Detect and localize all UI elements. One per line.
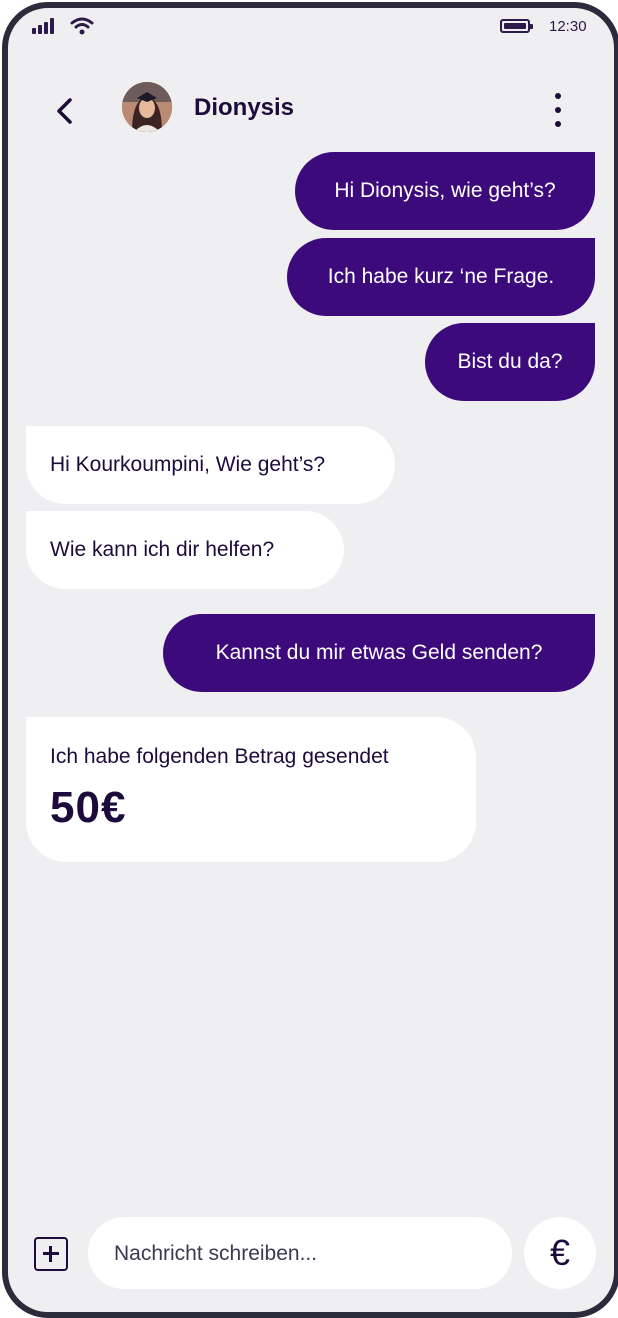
send-money-button[interactable]: € — [524, 1217, 596, 1289]
message-incoming: Wie kann ich dir helfen? — [26, 511, 344, 589]
message-input-container[interactable] — [88, 1217, 512, 1291]
more-options-icon[interactable] — [552, 90, 564, 130]
status-time: 12:30 — [549, 18, 587, 35]
message-outgoing: Hi Dionysis, wie geht’s? — [295, 152, 595, 230]
status-bar: 12:30 — [8, 8, 614, 56]
message-outgoing: Ich habe kurz ‘ne Frage. — [287, 238, 595, 316]
money-message-text: Ich habe folgenden Betrag gesendet — [50, 745, 389, 768]
back-button[interactable] — [50, 94, 80, 128]
battery-icon — [500, 19, 533, 33]
message-outgoing: Bist du da? — [425, 323, 595, 401]
euro-icon: € — [549, 1232, 571, 1273]
phone-frame: 12:30 Dionysis Hi Dionysis, wie geht’s? … — [2, 2, 618, 1318]
add-attachment-button[interactable] — [34, 1237, 68, 1271]
message-incoming: Hi Kourkoumpini, Wie geht’s? — [26, 426, 395, 504]
contact-name[interactable]: Dionysis — [194, 94, 294, 122]
message-outgoing: Kannst du mir etwas Geld senden? — [163, 614, 595, 692]
message-input[interactable] — [112, 1217, 496, 1291]
signal-icon — [32, 18, 58, 34]
avatar[interactable] — [122, 82, 172, 132]
wifi-icon — [70, 17, 94, 35]
money-received-message: Ich habe folgenden Betrag gesendet 50€ — [26, 717, 476, 862]
money-amount: 50€ — [50, 783, 127, 832]
